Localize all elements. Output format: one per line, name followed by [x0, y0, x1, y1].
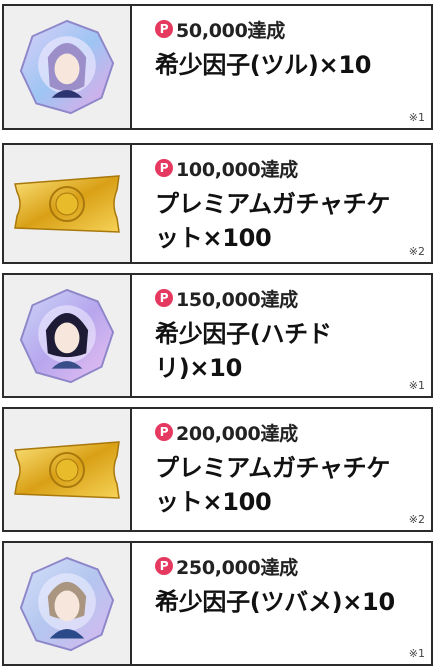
footnote-mark: ※1 [408, 379, 425, 392]
reward-text: 希少因子(ツル)×10 [155, 51, 372, 79]
milestone: P 200,000達成 [155, 419, 431, 445]
points-icon: P [155, 557, 173, 575]
milestone: P 50,000達成 [155, 16, 431, 42]
reward-text: プレミアムガチャチケット×100 [155, 190, 391, 252]
reward-info: P 250,000達成 希少因子(ツバメ)×10 ※1 [132, 543, 431, 664]
reward-text: 希少因子(ハチドリ)×10 [155, 320, 332, 382]
reward-thumbnail [4, 543, 132, 664]
reward-card: P 150,000達成 希少因子(ハチドリ)×10 ※1 [2, 273, 433, 398]
reward-list: P 50,000達成 希少因子(ツル)×10 ※1 P 100,000達成 プレ… [0, 0, 437, 670]
reward-info: P 200,000達成 プレミアムガチャチケット×100 ※2 [132, 409, 431, 530]
points-icon: P [155, 159, 173, 177]
milestone-text: 100,000達成 [176, 158, 298, 181]
footnote-mark: ※1 [408, 111, 425, 124]
reward-thumbnail [4, 409, 132, 530]
milestone-text: 50,000達成 [176, 19, 285, 42]
reward-info: P 150,000達成 希少因子(ハチドリ)×10 ※1 [132, 275, 431, 396]
milestone-text: 250,000達成 [176, 556, 298, 579]
milestone: P 250,000達成 [155, 553, 431, 579]
reward-card: P 50,000達成 希少因子(ツル)×10 ※1 [2, 4, 433, 130]
reward-text: 希少因子(ツバメ)×10 [155, 588, 395, 616]
rare-factor-crystal-icon [19, 288, 115, 383]
milestone: P 100,000達成 [155, 155, 431, 181]
footnote-mark: ※2 [408, 513, 425, 526]
rare-factor-crystal-icon [19, 19, 115, 115]
reward-info: P 50,000達成 希少因子(ツル)×10 ※1 [132, 6, 431, 128]
reward-text: プレミアムガチャチケット×100 [155, 454, 391, 516]
milestone: P 150,000達成 [155, 285, 431, 311]
reward-info: P 100,000達成 プレミアムガチャチケット×100 ※2 [132, 145, 431, 262]
gacha-ticket-icon [14, 440, 120, 499]
footnote-mark: ※1 [408, 647, 425, 660]
reward-card: P 250,000達成 希少因子(ツバメ)×10 ※1 [2, 541, 433, 666]
rare-factor-crystal-icon [19, 556, 115, 651]
reward-thumbnail [4, 275, 132, 396]
reward-thumbnail [4, 145, 132, 262]
milestone-text: 200,000達成 [176, 422, 298, 445]
gacha-ticket-icon [14, 174, 120, 233]
reward-card: P 100,000達成 プレミアムガチャチケット×100 ※2 [2, 143, 433, 264]
points-icon: P [155, 423, 173, 441]
points-icon: P [155, 20, 173, 38]
points-icon: P [155, 289, 173, 307]
milestone-text: 150,000達成 [176, 288, 298, 311]
footnote-mark: ※2 [408, 245, 425, 258]
reward-thumbnail [4, 6, 132, 128]
reward-card: P 200,000達成 プレミアムガチャチケット×100 ※2 [2, 407, 433, 532]
